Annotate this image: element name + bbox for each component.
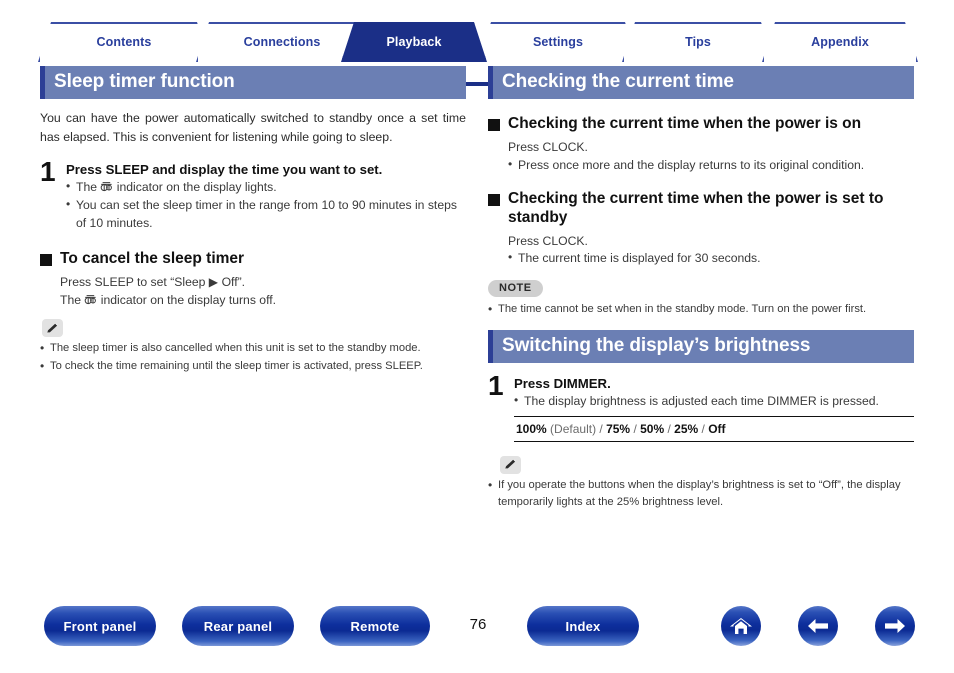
tab-appendix[interactable]: Appendix (762, 22, 918, 62)
memo-bullet-list: If you operate the buttons when the disp… (488, 476, 914, 511)
subhead-label: Checking the current time when the power… (508, 115, 862, 133)
subhead-label: To cancel the sleep timer (60, 249, 245, 267)
sleep-indicator-icon (100, 181, 113, 193)
section-header-display-brightness: Switching the display’s brightness (488, 329, 914, 364)
tab-connections-label: Connections (243, 35, 321, 49)
step-number: 1 (488, 370, 504, 402)
step-bullet-indicator-lights: The indicator on the display lights. (66, 178, 466, 197)
memo-bullet: To check the time remaining until the sl… (40, 357, 466, 375)
home-icon (729, 615, 753, 637)
subhead-check-time-power-on: Checking the current time when the power… (488, 115, 914, 134)
tab-settings-label: Settings (532, 35, 584, 49)
tab-settings[interactable]: Settings (478, 22, 638, 62)
memo-bullet-list: The sleep timer is also cancelled when t… (40, 339, 466, 375)
option-separator: / (630, 421, 641, 436)
top-navigation-tabs: Contents Connections Playback Settings T… (0, 22, 954, 86)
press-clock-line: Press CLOCK. (508, 140, 588, 155)
page-number: 76 (469, 616, 487, 633)
step-press-dimmer: 1 Press DIMMER. The display brightness i… (488, 370, 914, 442)
subhead-check-time-standby: Checking the current time when the power… (488, 190, 914, 228)
subhead-label: Checking the current time when the power… (508, 190, 884, 227)
tab-playback-label: Playback (386, 35, 442, 49)
note-bullet-list: The time cannot be set when in the stand… (488, 300, 914, 318)
index-button[interactable]: Index (527, 606, 639, 646)
black-square-bullet-icon (488, 119, 500, 132)
option-25: 25% (674, 421, 699, 436)
rear-panel-button[interactable]: Rear panel (182, 606, 294, 646)
subhead-cancel-sleep-timer: To cancel the sleep timer (40, 250, 466, 269)
step-title: Press DIMMER. (514, 376, 611, 392)
memo-bullet: The sleep timer is also cancelled when t… (40, 339, 466, 357)
tab-playback[interactable]: Playback (341, 22, 487, 62)
option-50: 50% (640, 421, 665, 436)
note-bullet: The time cannot be set when in the stand… (488, 300, 914, 318)
home-button[interactable] (721, 606, 761, 646)
section-header-sleep-timer: Sleep timer function (40, 66, 466, 100)
cancel-text-post: indicator on the display turns off. (97, 293, 277, 308)
check-time-power-on-body: Press CLOCK. Press once more and the dis… (488, 138, 914, 174)
forward-button[interactable] (875, 606, 915, 646)
arrow-right-icon (883, 617, 907, 635)
cancel-instruction-line-2: The indicator on the display turns off. (60, 291, 466, 309)
step-press-sleep: 1 Press SLEEP and display the time you w… (40, 155, 466, 234)
option-separator: / (698, 421, 709, 436)
tab-tips[interactable]: Tips (622, 22, 774, 62)
press-clock-line: Press CLOCK. (508, 234, 588, 249)
black-square-bullet-icon (40, 253, 52, 266)
step-bullet-range: You can set the sleep timer in the range… (66, 196, 466, 232)
check-time-bullet: Press once more and the display returns … (508, 156, 914, 175)
step-bullet-dimmer: The display brightness is adjusted each … (514, 392, 914, 411)
cancel-text-pre: The (60, 293, 85, 308)
option-off: Off (708, 421, 726, 436)
front-panel-button[interactable]: Front panel (44, 606, 156, 646)
sleep-indicator-icon (84, 294, 97, 306)
pencil-icon (500, 455, 521, 474)
manual-page: Contents Connections Playback Settings T… (0, 0, 954, 673)
bullet-text-post: indicator on the display lights. (113, 179, 277, 194)
option-default-note: (Default) (550, 421, 597, 436)
left-content-column: Sleep timer function You can have the po… (40, 66, 466, 376)
cancel-instruction-line-1: Press SLEEP to set “Sleep ▶ Off”. (60, 274, 246, 289)
remote-button[interactable]: Remote (320, 606, 430, 646)
black-square-bullet-icon (488, 194, 500, 207)
option-separator: / (664, 421, 675, 436)
option-100: 100% (516, 421, 547, 436)
tab-connections[interactable]: Connections (196, 22, 368, 62)
back-button[interactable] (798, 606, 838, 646)
option-separator: / (596, 421, 607, 436)
tab-appendix-label: Appendix (811, 35, 869, 49)
pencil-icon (42, 319, 63, 338)
note-badge: NOTE (488, 280, 543, 298)
dimmer-options-row: 100% (Default) / 75% / 50% / 25% / Off (514, 417, 914, 442)
check-time-bullet: The current time is displayed for 30 sec… (508, 249, 914, 268)
tab-contents-label: Contents (96, 35, 152, 49)
section-header-checking-time: Checking the current time (488, 66, 914, 100)
sleep-timer-intro-text: You can have the power automatically swi… (40, 111, 466, 145)
check-time-standby-body: Press CLOCK. The current time is display… (488, 232, 914, 268)
bullet-text-pre: The (76, 179, 101, 194)
memo-bullet: If you operate the buttons when the disp… (488, 476, 914, 511)
option-75: 75% (606, 421, 631, 436)
step-title: Press SLEEP and display the time you wan… (66, 161, 383, 177)
arrow-left-icon (806, 617, 830, 635)
cancel-sleep-timer-body: Press SLEEP to set “Sleep ▶ Off”. The in… (40, 273, 466, 310)
step-number: 1 (40, 155, 56, 187)
tab-tips-label: Tips (685, 35, 711, 49)
right-content-column: Checking the current time Checking the c… (488, 66, 914, 512)
tab-contents[interactable]: Contents (38, 22, 210, 62)
bottom-navigation-bar: Front panel Rear panel Remote 76 Index (0, 606, 954, 652)
